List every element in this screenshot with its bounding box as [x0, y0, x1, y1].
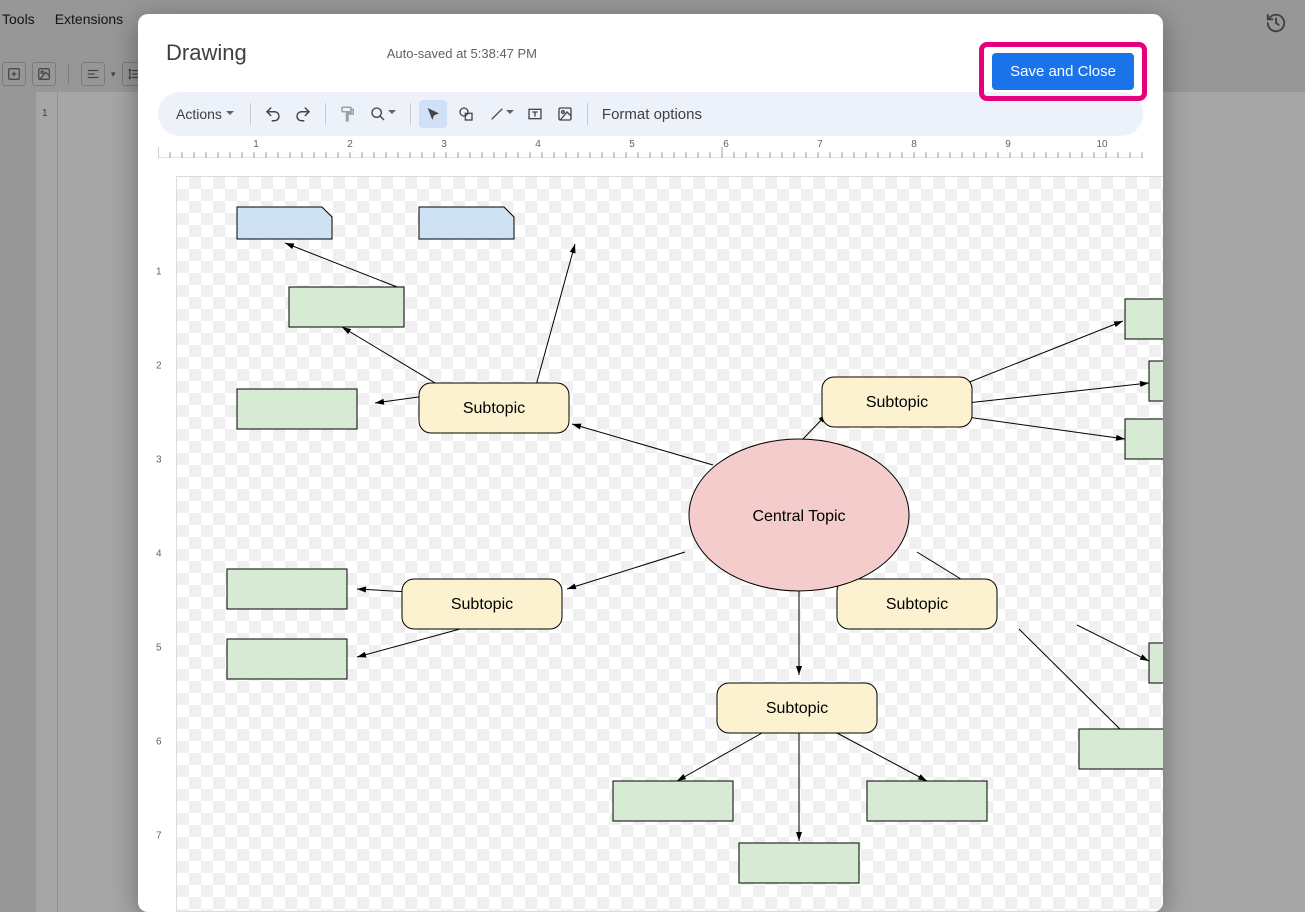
line-tool[interactable]	[485, 100, 519, 128]
horizontal-ruler: 1 2 3 4 5 6 7 8 9 10	[158, 140, 1143, 158]
text-box-tool[interactable]	[521, 100, 549, 128]
svg-text:Subtopic: Subtopic	[766, 700, 828, 717]
modal-title: Drawing	[166, 40, 247, 66]
svg-text:Central Topic: Central Topic	[752, 508, 845, 525]
vertical-ruler: 1 2 3 4 5 6 7	[158, 178, 176, 912]
chevron-down-icon	[226, 106, 234, 122]
svg-text:Subtopic: Subtopic	[886, 596, 948, 613]
insert-image-tool[interactable]	[551, 100, 579, 128]
subtopic-nodes[interactable]	[402, 377, 997, 733]
format-options-button[interactable]: Format options	[602, 106, 702, 123]
select-tool[interactable]	[419, 100, 447, 128]
redo-button[interactable]	[289, 100, 317, 128]
drawing-canvas[interactable]: Central Topic Subtopic Subtopic Subtopic…	[176, 176, 1163, 912]
autosave-status: Auto-saved at 5:38:47 PM	[387, 46, 537, 61]
svg-text:Subtopic: Subtopic	[866, 394, 928, 411]
svg-text:Subtopic: Subtopic	[451, 596, 513, 613]
blue-nodes[interactable]	[237, 207, 514, 239]
chevron-down-icon	[506, 105, 514, 123]
undo-button[interactable]	[259, 100, 287, 128]
green-nodes[interactable]	[227, 287, 1163, 883]
zoom-button[interactable]	[364, 100, 402, 128]
drawing-modal: Drawing Auto-saved at 5:38:47 PM Save an…	[138, 14, 1163, 912]
paint-format-button[interactable]	[334, 100, 362, 128]
canvas-svg: Central Topic Subtopic Subtopic Subtopic…	[177, 177, 1163, 912]
shape-tool[interactable]	[449, 100, 483, 128]
chevron-down-icon	[388, 105, 396, 123]
svg-text:Subtopic: Subtopic	[463, 400, 525, 417]
save-close-highlight: Save and Close	[979, 42, 1147, 101]
actions-menu[interactable]: Actions	[168, 102, 242, 126]
save-and-close-button[interactable]: Save and Close	[992, 53, 1134, 90]
